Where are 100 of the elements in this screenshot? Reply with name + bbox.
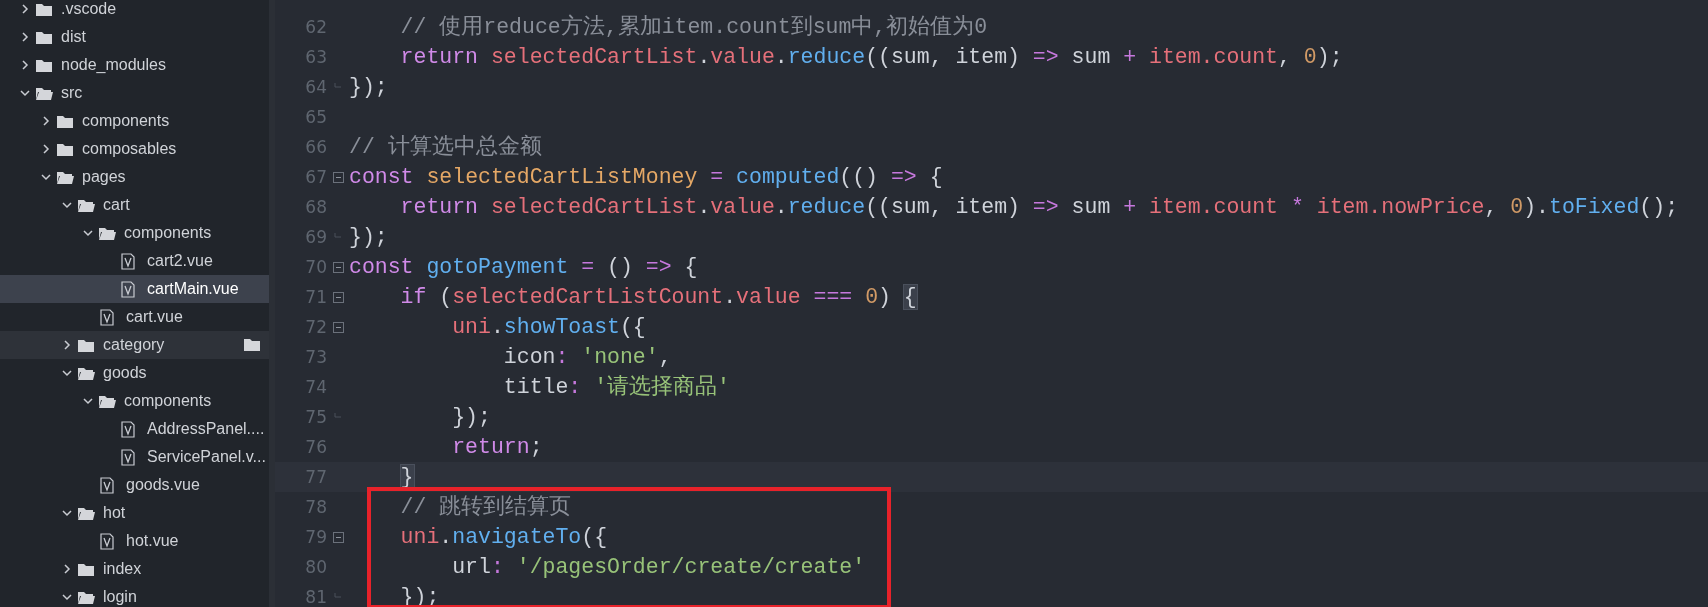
chevron-right-icon[interactable] xyxy=(19,3,30,15)
code-line: icon: 'none', xyxy=(502,344,672,371)
open-folder-icon xyxy=(77,197,95,213)
open-folder-icon xyxy=(77,365,95,381)
vue-file-icon xyxy=(121,420,135,438)
line-number: 76 xyxy=(304,437,327,457)
line-number: 62 xyxy=(304,17,327,37)
new-folder-icon[interactable] xyxy=(243,337,261,352)
tree-item[interactable]: node_modules xyxy=(0,51,269,79)
chevron-down-icon[interactable] xyxy=(81,396,94,406)
line-number: 63 xyxy=(304,47,327,67)
vue-file-icon xyxy=(100,532,114,550)
tree-item[interactable]: cartMain.vue xyxy=(0,275,269,303)
chevron-down-icon[interactable] xyxy=(18,88,31,98)
tree-item[interactable]: dist xyxy=(0,23,269,51)
vue-file-icon xyxy=(121,280,135,298)
code-line: if (selectedCartListCount.value === 0) { xyxy=(399,284,917,311)
code-line: url: '/pagesOrder/create/create' xyxy=(451,554,866,581)
tree-item[interactable]: index xyxy=(0,555,269,583)
fold-icon[interactable] xyxy=(332,321,344,333)
code-comment: // 使用reduce方法,累加item.count到sum中,初始值为0 xyxy=(399,13,988,41)
chevron-right-icon[interactable] xyxy=(61,339,72,351)
chevron-down-icon[interactable] xyxy=(60,368,73,378)
line-number: 80 xyxy=(304,557,327,577)
chevron-right-icon[interactable] xyxy=(19,59,30,71)
line-number: 65 xyxy=(304,107,327,127)
folder-icon xyxy=(77,337,95,353)
chevron-right-icon[interactable] xyxy=(61,563,72,575)
vue-file-icon xyxy=(100,308,114,326)
line-number: 73 xyxy=(304,347,327,367)
open-folder-icon xyxy=(98,393,116,409)
tree-item[interactable]: components xyxy=(0,219,269,247)
line-number: 75 xyxy=(304,407,327,427)
tree-item[interactable]: components xyxy=(0,107,269,135)
code-comment: // 计算选中总金额 xyxy=(349,133,542,161)
tree-item[interactable]: hot.vue xyxy=(0,527,269,555)
chevron-down-icon[interactable] xyxy=(60,200,73,210)
chevron-down-icon[interactable] xyxy=(81,228,94,238)
line-number: 66 xyxy=(304,137,327,157)
fold-icon[interactable] xyxy=(332,531,344,543)
vue-file-icon xyxy=(100,476,114,494)
tree-item[interactable]: cart.vue xyxy=(0,303,269,331)
line-number: 69 xyxy=(304,227,327,247)
tree-item[interactable]: pages xyxy=(0,163,269,191)
tree-item[interactable]: components xyxy=(0,387,269,415)
code-line: }); xyxy=(451,404,491,431)
line-number: 70 xyxy=(304,257,327,277)
fold-icon[interactable] xyxy=(332,291,344,303)
code-line: const gotoPayment = () => { xyxy=(349,254,698,281)
tree-item[interactable]: AddressPanel.... xyxy=(0,415,269,443)
line-number: 64 xyxy=(304,77,327,97)
code-comment: // 跳转到结算页 xyxy=(399,494,572,521)
code-line: }); xyxy=(349,224,388,251)
open-folder-icon xyxy=(56,169,74,185)
code-line: }); xyxy=(349,74,388,101)
tree-item[interactable]: category xyxy=(0,331,269,359)
open-folder-icon xyxy=(98,225,116,241)
open-folder-icon xyxy=(77,589,95,605)
chevron-down-icon[interactable] xyxy=(39,172,52,182)
folder-icon xyxy=(35,57,53,73)
open-folder-icon xyxy=(77,505,95,521)
code-line: return selectedCartList.value.reduce((sum, item) => sum + item.count * item.nowPrice, 0).toFixed(); xyxy=(399,194,1679,221)
tree-item[interactable]: hot xyxy=(0,499,269,527)
code-line: return selectedCartList.value.reduce((sum, item) => sum + item.count, 0); xyxy=(399,44,1343,71)
tree-item[interactable]: cart xyxy=(0,191,269,219)
tree-item[interactable]: goods.vue xyxy=(0,471,269,499)
line-number: 71 xyxy=(304,287,327,307)
tree-item[interactable]: cart2.vue xyxy=(0,247,269,275)
tree-item[interactable]: composables xyxy=(0,135,269,163)
chevron-right-icon[interactable] xyxy=(40,115,51,127)
folder-icon xyxy=(77,561,95,577)
chevron-down-icon[interactable] xyxy=(60,508,73,518)
tree-item[interactable]: goods xyxy=(0,359,269,387)
line-number: 67 xyxy=(304,167,327,187)
fold-icon[interactable] xyxy=(332,261,344,273)
code-line: title: '请选择商品' xyxy=(502,373,730,401)
line-number: 74 xyxy=(304,377,327,397)
chevron-right-icon[interactable] xyxy=(40,143,51,155)
vue-file-icon xyxy=(121,448,135,466)
tree-item[interactable]: ServicePanel.v... xyxy=(0,443,269,471)
tree-item[interactable]: login xyxy=(0,583,269,607)
vue-file-icon xyxy=(121,252,135,270)
folder-icon xyxy=(56,141,74,157)
chevron-down-icon[interactable] xyxy=(60,592,73,602)
line-number: 68 xyxy=(304,197,327,217)
tree-item[interactable]: .vscode xyxy=(0,0,269,23)
line-number: 78 xyxy=(304,497,327,517)
code-line: uni.navigateTo({ xyxy=(399,524,608,551)
line-number: 81 xyxy=(304,587,327,607)
code-line: return; xyxy=(451,434,543,461)
chevron-right-icon[interactable] xyxy=(19,31,30,43)
line-number: 79 xyxy=(304,527,327,547)
folder-icon xyxy=(35,29,53,45)
open-folder-icon xyxy=(35,85,53,101)
fold-icon[interactable] xyxy=(332,171,344,183)
folder-icon xyxy=(35,1,53,17)
line-number: 72 xyxy=(304,317,327,337)
tree-item[interactable]: src xyxy=(0,79,269,107)
code-line: const selectedCartListMoney = computed(() => { xyxy=(349,164,943,191)
code-line: uni.showToast({ xyxy=(451,314,646,341)
